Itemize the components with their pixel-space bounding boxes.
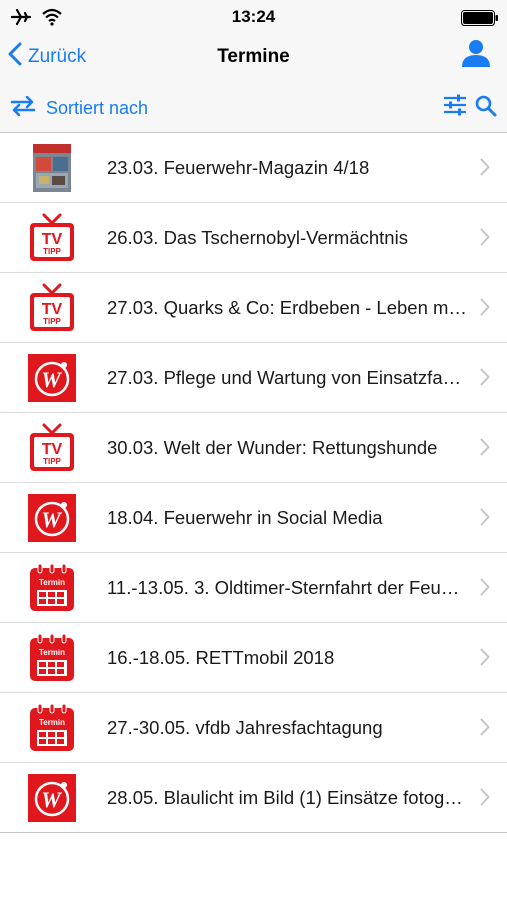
svg-text:TV: TV: [42, 441, 63, 458]
person-icon: [461, 40, 491, 72]
svg-text:TIPP: TIPP: [43, 317, 61, 326]
list-item[interactable]: W 28.05. Blaulicht im Bild (1) Einsätze …: [0, 763, 507, 833]
termin-calendar-icon: Termin: [27, 633, 77, 683]
w-logo-icon: W: [27, 353, 77, 403]
list-item[interactable]: TV TIPP 30.03. Welt der Wunder: Rettungs…: [0, 413, 507, 483]
list-item-label: 28.05. Blaulicht im Bild (1) Einsätze fo…: [107, 787, 467, 808]
chevron-right-icon: [480, 438, 490, 461]
w-logo-icon: W: [27, 773, 77, 823]
list-item-label: 23.03. Feuerwehr-Magazin 4/18: [107, 157, 370, 178]
svg-text:TIPP: TIPP: [43, 247, 61, 256]
battery-icon: [461, 10, 499, 31]
chevron-right-icon: [480, 228, 490, 251]
chevron-right-icon: [480, 648, 490, 671]
chevron-right-icon: [480, 298, 490, 321]
svg-text:Termin: Termin: [39, 718, 65, 727]
list-item[interactable]: 23.03. Feuerwehr-Magazin 4/18: [0, 133, 507, 203]
list-item-label: 27.03. Quarks & Co: Erdbeben - Leben mit…: [107, 297, 467, 318]
termin-calendar-icon: Termin: [27, 703, 77, 753]
list-item-label: 30.03. Welt der Wunder: Rettungshunde: [107, 437, 438, 458]
list-item[interactable]: W 27.03. Pflege und Wartung von Einsatzf…: [0, 343, 507, 413]
search-button[interactable]: [475, 95, 497, 122]
navigation-bar: Zurück Termine: [0, 34, 507, 84]
list-item-label: 18.04. Feuerwehr in Social Media: [107, 507, 383, 528]
status-time: 13:24: [231, 7, 276, 26]
list-item[interactable]: Termin 11.-13.05. 3. Oldtimer-Sternfahrt…: [0, 553, 507, 623]
termin-calendar-icon: Termin: [27, 563, 77, 613]
tv-tipp-icon: TV TIPP: [27, 283, 77, 333]
svg-text:W: W: [41, 787, 62, 812]
sort-toolbar: Sortiert nach: [0, 84, 507, 133]
magazine-cover-icon: [27, 143, 77, 193]
svg-text:Termin: Termin: [39, 648, 65, 657]
profile-button[interactable]: [461, 38, 491, 73]
list-item-label: 27.-30.05. vfdb Jahresfachtagung: [107, 717, 383, 738]
filter-button[interactable]: [443, 94, 467, 121]
list-item-label: 16.-18.05. RETTmobil 2018: [107, 647, 335, 668]
list-item-label: 11.-13.05. 3. Oldtimer-Sternfahrt der Fe…: [107, 577, 467, 598]
list-item[interactable]: Termin 27.-30.05. vfdb Jahresfachtagung: [0, 693, 507, 763]
chevron-right-icon: [480, 788, 490, 811]
list-item-label: 27.03. Pflege und Wartung von Einsatzfah…: [107, 367, 467, 388]
chevron-right-icon: [480, 368, 490, 391]
svg-text:W: W: [41, 367, 62, 392]
chevron-right-icon: [480, 718, 490, 741]
event-list: 23.03. Feuerwehr-Magazin 4/18 TV TIPP 26…: [0, 133, 507, 833]
chevron-right-icon: [480, 578, 490, 601]
search-icon: [475, 95, 497, 121]
w-logo-icon: W: [27, 493, 77, 543]
list-item[interactable]: W 18.04. Feuerwehr in Social Media: [0, 483, 507, 553]
svg-text:TV: TV: [42, 301, 63, 318]
tv-tipp-icon: TV TIPP: [27, 423, 77, 473]
svg-text:Termin: Termin: [39, 578, 65, 587]
list-item[interactable]: Termin 16.-18.05. RETTmobil 2018: [0, 623, 507, 693]
list-item-label: 26.03. Das Tschernobyl-Vermächtnis: [107, 227, 408, 248]
list-item[interactable]: TV TIPP 27.03. Quarks & Co: Erdbeben - L…: [0, 273, 507, 343]
list-item[interactable]: TV TIPP 26.03. Das Tschernobyl-Vermächtn…: [0, 203, 507, 273]
chevron-right-icon: [480, 158, 490, 181]
tv-tipp-icon: TV TIPP: [27, 213, 77, 263]
chevron-right-icon: [480, 508, 490, 531]
svg-text:W: W: [41, 507, 62, 532]
sort-button[interactable]: Sortiert nach: [10, 92, 148, 124]
swap-arrows-icon: [10, 95, 46, 121]
svg-text:TV: TV: [42, 231, 63, 248]
status-bar: 13:24: [0, 0, 507, 34]
sort-label: Sortiert nach: [46, 97, 149, 118]
svg-text:TIPP: TIPP: [43, 457, 61, 466]
sliders-icon: [443, 94, 467, 120]
page-title: Termine: [217, 46, 290, 67]
